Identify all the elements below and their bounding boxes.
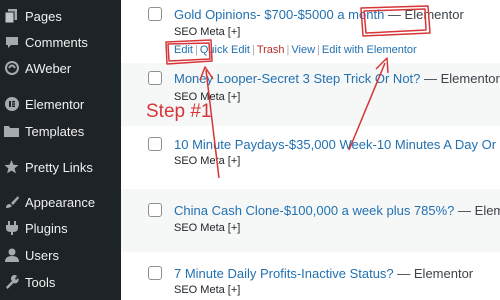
row-checkbox[interactable] [148, 71, 162, 85]
row-actions: Edit | Quick Edit | Trash | View | Edit with Ele… [174, 44, 417, 56]
post-title-line: Money Looper-Secret 3 Step Trick Or Not?… [174, 71, 500, 86]
row-checkbox[interactable] [148, 203, 162, 217]
quick-edit-link[interactable]: Quick Edit [200, 44, 250, 56]
row-checkbox[interactable] [148, 137, 162, 151]
elementor-icon [4, 97, 19, 112]
sidebar-item-label: Tools [25, 274, 56, 290]
post-title-line: China Cash Clone-$100,000 a week plus 78… [174, 203, 500, 218]
separator: | [317, 44, 320, 56]
star-icon [4, 160, 19, 175]
pages-icon [4, 9, 19, 24]
post-title-link[interactable]: Money Looper-Secret 3 Step Trick Or Not? [174, 71, 420, 86]
edit-link[interactable]: Edit [174, 44, 193, 56]
post-title-line: Gold Opinions- $700-$5000 a month — Elem… [174, 7, 464, 22]
comments-icon [4, 35, 19, 50]
sidebar-item-label: Pages [25, 8, 62, 24]
sidebar-item-aweber[interactable]: AWeber [0, 56, 121, 80]
seo-meta-toggle[interactable]: SEO Meta [+] [174, 222, 240, 234]
users-icon [4, 248, 19, 263]
paintbrush-icon [4, 195, 19, 210]
table-row: 7 Minute Daily Profits-Inactive Status? … [121, 252, 500, 300]
post-title-link[interactable]: China Cash Clone-$100,000 a week plus 78… [174, 203, 454, 218]
post-state: — Elementor [458, 203, 500, 218]
sidebar-item-label: Templates [25, 123, 85, 139]
sidebar-item-label: Elementor [25, 96, 85, 112]
sidebar-item-label: Appearance [25, 194, 96, 210]
table-row: 10 Minute Paydays-$35,000 Week-10 Minute… [121, 126, 500, 189]
row-checkbox[interactable] [148, 266, 162, 280]
seo-meta-toggle[interactable]: SEO Meta [+] [174, 26, 240, 38]
post-title-link[interactable]: 10 Minute Paydays-$35,000 Week-10 Minute… [174, 137, 500, 152]
step-label: Step #1 [146, 101, 212, 122]
separator: | [194, 44, 198, 56]
table-row: China Cash Clone-$100,000 a week plus 78… [121, 189, 500, 252]
post-title-line: 10 Minute Paydays-$35,000 Week-10 Minute… [174, 137, 500, 152]
sidebar-item-appearance[interactable]: Appearance [0, 190, 121, 214]
sidebar-item-pages[interactable]: Pages [0, 4, 121, 28]
sidebar-item-pretty-links[interactable]: Pretty Links [0, 155, 121, 179]
trash-link[interactable]: Trash [257, 44, 285, 56]
view-link[interactable]: View [291, 44, 315, 56]
plug-icon [4, 221, 19, 236]
aweber-icon [4, 61, 19, 76]
post-state: — Elementor [384, 7, 464, 22]
wrench-icon [4, 275, 19, 290]
seo-meta-toggle[interactable]: SEO Meta [+] [174, 284, 240, 296]
seo-meta-toggle[interactable]: SEO Meta [+] [174, 155, 240, 167]
row-checkbox[interactable] [148, 7, 162, 21]
sidebar-item-label: Plugins [25, 220, 68, 236]
sidebar-item-plugins[interactable]: Plugins [0, 216, 121, 240]
templates-icon [4, 124, 19, 139]
separator: | [251, 44, 255, 56]
sidebar-item-elementor[interactable]: Elementor [0, 92, 121, 116]
sidebar-item-templates[interactable]: Templates [0, 119, 121, 143]
posts-list: Gold Opinions- $700-$5000 a month — Elem… [121, 0, 500, 300]
post-state: — Elementor [420, 71, 500, 86]
sidebar-item-label: Users [25, 247, 59, 263]
table-row: Gold Opinions- $700-$5000 a month — Elem… [121, 0, 500, 63]
post-title-line: 7 Minute Daily Profits-Inactive Status? … [174, 266, 473, 281]
post-title-link[interactable]: Gold Opinions- $700-$5000 a month [174, 7, 384, 22]
post-state: — Elementor [393, 266, 474, 281]
sidebar-item-comments[interactable]: Comments [0, 30, 121, 54]
sidebar-item-tools[interactable]: Tools [0, 270, 121, 294]
sidebar-item-label: Pretty Links [25, 159, 93, 175]
admin-sidebar: Pages Comments AWeber Elementor Template… [0, 0, 121, 300]
post-title-link[interactable]: 7 Minute Daily Profits-Inactive Status? [174, 266, 394, 281]
edit-with-elementor-link[interactable]: Edit with Elementor [322, 44, 417, 56]
sidebar-item-label: AWeber [25, 60, 72, 76]
sidebar-item-label: Comments [25, 34, 88, 50]
sidebar-item-users[interactable]: Users [0, 243, 121, 267]
